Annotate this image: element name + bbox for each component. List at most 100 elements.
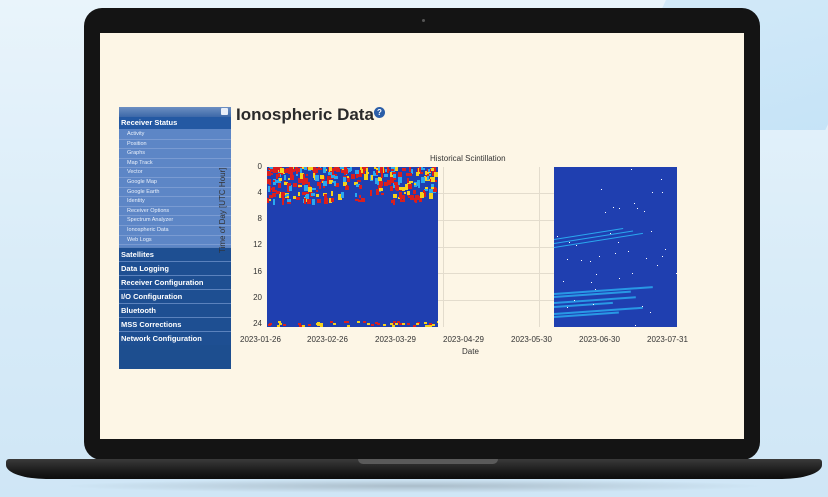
sidebar-sub-item[interactable]: Identity xyxy=(119,197,231,207)
heatmap-cell xyxy=(293,196,296,199)
sidebar-sub-item-active[interactable]: Ionospheric Data xyxy=(119,226,231,236)
sidebar-sub-item[interactable]: Receiver Options xyxy=(119,207,231,217)
webcam xyxy=(422,19,425,22)
heatmap-cell xyxy=(317,324,320,326)
sidebar-sub-item[interactable]: Spectrum Analyzer xyxy=(119,216,231,226)
heatmap-cell xyxy=(355,193,357,197)
heatmap-cell xyxy=(282,198,285,200)
sidebar-sub-item[interactable]: Map Track xyxy=(119,159,231,169)
heatmap-cell xyxy=(437,321,438,323)
sidebar-item-network-configuration[interactable]: Network Configuration xyxy=(119,331,231,346)
heatmap-cell xyxy=(637,208,638,209)
heatmap-cell xyxy=(298,168,300,172)
heatmap-cell xyxy=(320,175,324,179)
heatmap-cell xyxy=(631,169,632,170)
sidebar-sub-item[interactable]: Google Earth xyxy=(119,188,231,198)
heatmap-cell xyxy=(618,242,619,243)
sidebar-section-receiver-status[interactable]: Receiver Status xyxy=(119,117,231,129)
y-tick-label: 20 xyxy=(253,293,262,302)
sidebar-sub-item[interactable]: Activity xyxy=(119,130,231,140)
heatmap-cell xyxy=(373,171,375,176)
heatmap-cell xyxy=(331,175,335,178)
heatmap-cell xyxy=(395,323,398,325)
x-axis-label: Date xyxy=(462,347,479,356)
heatmap-cell xyxy=(323,181,327,186)
heatmap-cell xyxy=(359,185,362,189)
heatmap-cell xyxy=(317,322,320,324)
heatmap-cell xyxy=(331,198,334,202)
heatmap-cell xyxy=(393,321,396,323)
sidebar-item-data-logging[interactable]: Data Logging xyxy=(119,261,231,276)
heatmap-cell xyxy=(287,183,291,186)
heatmap-cell xyxy=(661,179,662,180)
heatmap-cell xyxy=(652,192,653,193)
heatmap-cell xyxy=(347,325,350,327)
help-icon[interactable]: ? xyxy=(373,107,385,118)
heatmap-cell xyxy=(591,282,592,283)
heatmap-cell xyxy=(407,191,410,195)
heatmap-cell xyxy=(393,194,397,198)
heatmap-cell xyxy=(434,172,438,177)
heatmap-cell xyxy=(357,180,361,182)
sidebar-sub-item[interactable]: Web Logs xyxy=(119,236,231,246)
heatmap-cell xyxy=(276,191,280,194)
heatmap-cell xyxy=(428,169,430,172)
heatmap-cell xyxy=(277,325,280,327)
heatmap-cell xyxy=(296,197,300,200)
x-tick-label: 2023-04-29 xyxy=(443,335,484,344)
grid-line xyxy=(539,167,540,327)
sidebar-top-bar xyxy=(119,107,231,117)
heatmap-cell xyxy=(593,304,594,305)
heatmap-cell xyxy=(413,325,416,327)
heatmap-cell xyxy=(268,186,270,192)
sidebar-item-bluetooth[interactable]: Bluetooth xyxy=(119,303,231,318)
heatmap-cell xyxy=(400,200,403,202)
y-axis-label: Time of Day [UTC Hour] xyxy=(218,167,227,254)
heatmap-cell xyxy=(345,186,349,190)
heatmap-cell xyxy=(383,324,386,326)
heatmap-cell xyxy=(410,173,412,176)
heatmap-cell xyxy=(278,173,280,177)
laptop-base xyxy=(6,459,822,479)
heatmap-cell xyxy=(290,175,294,180)
heatmap-cell xyxy=(628,251,629,252)
sidebar-sub-item[interactable]: Google Map xyxy=(119,178,231,188)
heatmap-cell xyxy=(323,167,326,173)
heatmap-cell xyxy=(308,324,311,326)
heatmap-cell xyxy=(317,199,321,203)
chart-title: Historical Scintillation xyxy=(430,154,506,163)
sidebar-sub-item[interactable]: Vector xyxy=(119,168,231,178)
heatmap-cell xyxy=(359,170,361,174)
heatmap-cell xyxy=(364,174,368,180)
heatmap-cell xyxy=(590,261,591,262)
heatmap-panel-jan-apr xyxy=(267,167,438,327)
heatmap-cell xyxy=(316,190,318,192)
heatmap-cell xyxy=(293,183,297,187)
heatmap-cell xyxy=(370,190,372,196)
heatmap-cell xyxy=(421,177,425,183)
heatmap-cell xyxy=(278,183,281,188)
heatmap-cell xyxy=(423,168,425,170)
sidebar-item-receiver-configuration[interactable]: Receiver Configuration xyxy=(119,275,231,290)
sidebar-item-mss-corrections[interactable]: MSS Corrections xyxy=(119,317,231,332)
heatmap-cell xyxy=(632,273,633,274)
heatmap-cell xyxy=(343,177,346,182)
sidebar-item-io-configuration[interactable]: I/O Configuration xyxy=(119,289,231,304)
heatmap-cell xyxy=(563,281,564,282)
close-icon[interactable] xyxy=(221,108,228,115)
sidebar-sub-item[interactable]: Position xyxy=(119,140,231,150)
y-tick-label: 12 xyxy=(253,240,262,249)
heatmap-cell xyxy=(557,236,558,237)
heatmap-cell xyxy=(313,173,315,178)
sidebar-sub-item[interactable]: Graphs xyxy=(119,149,231,159)
heatmap-cell xyxy=(381,172,383,178)
heatmap-cell xyxy=(415,199,417,203)
sidebar-item-satellites[interactable]: Satellites xyxy=(119,247,231,262)
heatmap-cell xyxy=(379,188,383,191)
y-tick-label: 16 xyxy=(253,267,262,276)
heatmap-cell xyxy=(605,212,606,213)
heatmap-cell xyxy=(390,186,393,191)
heatmap-cell xyxy=(635,325,636,326)
heatmap-cell xyxy=(425,325,428,327)
heatmap-cell xyxy=(289,186,292,191)
